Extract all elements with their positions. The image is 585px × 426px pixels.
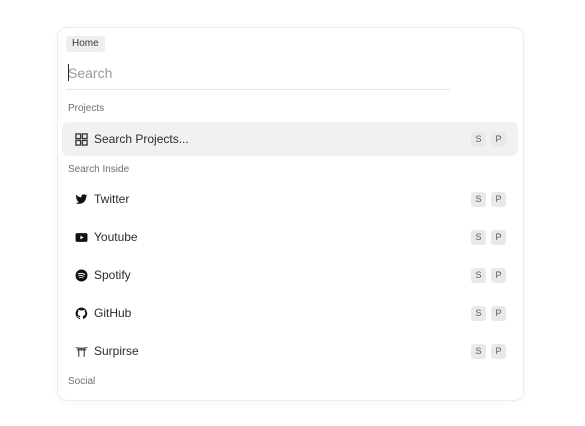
section-label-projects: Projects: [68, 103, 105, 114]
search-input[interactable]: [66, 58, 450, 88]
shortcut-key: P: [491, 191, 506, 207]
text-caret: [68, 64, 69, 81]
search-bar: [66, 58, 450, 90]
twitter-icon: [74, 192, 88, 206]
spotify-icon: [74, 268, 88, 282]
shortcut-keys: S P: [471, 267, 506, 283]
item-label: Surpirse: [94, 344, 139, 358]
shortcut-key: S: [471, 343, 486, 359]
shortcut-key: S: [471, 191, 486, 207]
shortcut-keys: S P: [471, 229, 506, 245]
item-spotify[interactable]: Spotify S P: [62, 258, 518, 292]
breadcrumb-home[interactable]: Home: [66, 36, 105, 52]
item-twitter[interactable]: Twitter S P: [62, 182, 518, 216]
shortcut-key: S: [471, 131, 486, 147]
shortcut-keys: S P: [471, 191, 506, 207]
item-search-projects[interactable]: Search Projects... S P: [62, 122, 518, 156]
shortcut-key: P: [491, 131, 506, 147]
item-youtube[interactable]: Youtube S P: [62, 220, 518, 254]
item-github[interactable]: GitHub S P: [62, 296, 518, 330]
command-palette: Home Projects Search Projects... S P Sea…: [57, 27, 524, 401]
item-surpirse[interactable]: Surpirse S P: [62, 334, 518, 368]
section-label-social: Social: [68, 376, 96, 387]
section-label-search-inside: Search Inside: [68, 164, 130, 175]
shortcut-keys: S P: [471, 343, 506, 359]
shortcut-keys: S P: [471, 131, 506, 147]
shortcut-keys: S P: [471, 305, 506, 321]
shortcut-key: S: [471, 267, 486, 283]
torii-icon: [74, 344, 88, 358]
item-label: Spotify: [94, 268, 131, 282]
shortcut-key: P: [491, 229, 506, 245]
shortcut-key: P: [491, 305, 506, 321]
item-label: Search Projects...: [94, 132, 189, 146]
shortcut-key: P: [491, 343, 506, 359]
youtube-icon: [74, 230, 88, 244]
shortcut-key: S: [471, 305, 486, 321]
shortcut-key: S: [471, 229, 486, 245]
github-icon: [74, 306, 88, 320]
grid-icon: [74, 132, 88, 146]
item-label: GitHub: [94, 306, 132, 320]
shortcut-key: P: [491, 267, 506, 283]
item-label: Youtube: [94, 230, 138, 244]
item-label: Twitter: [94, 192, 130, 206]
